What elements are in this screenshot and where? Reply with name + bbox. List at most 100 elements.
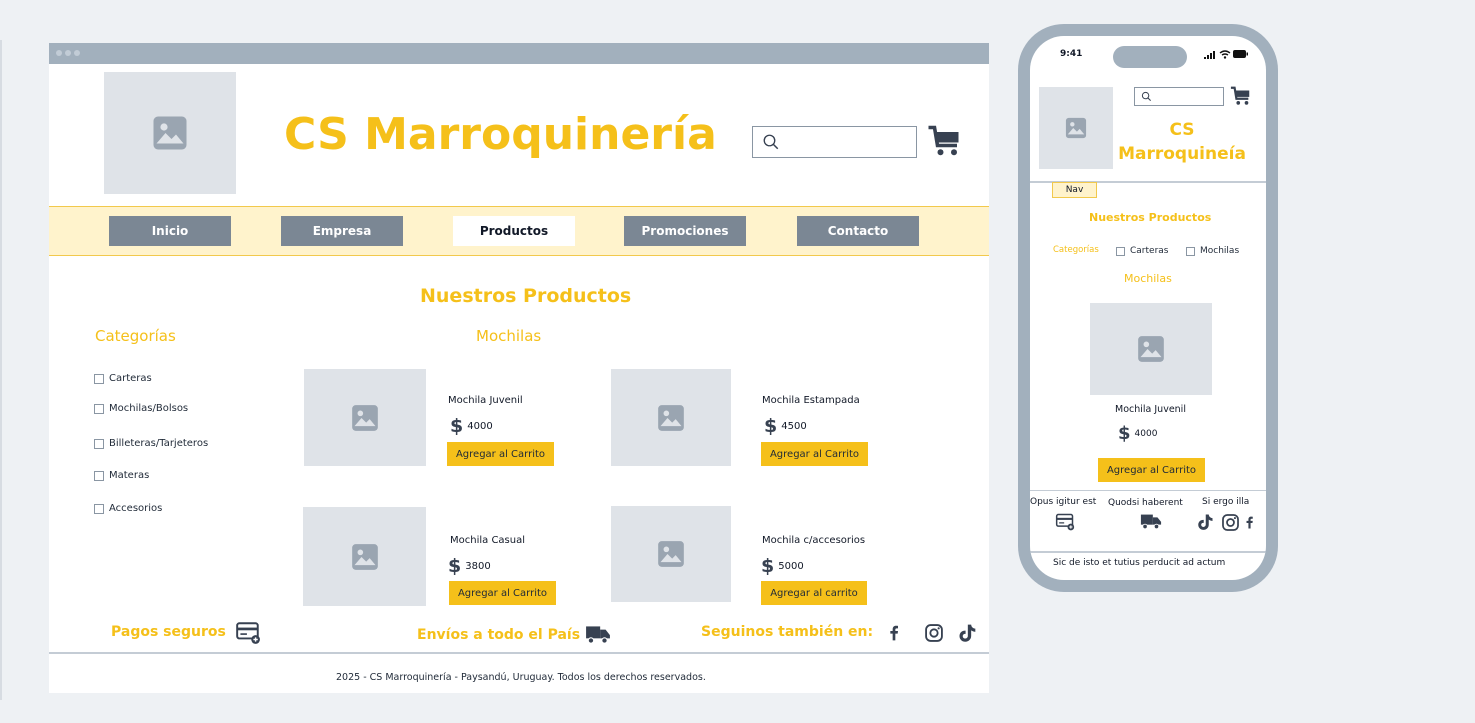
price-value: 3800: [465, 560, 491, 572]
nav-promociones[interactable]: Promociones: [624, 216, 746, 246]
mobile-product-image: [1090, 303, 1212, 395]
add-to-cart-button[interactable]: Agregar al carrito: [761, 581, 867, 605]
window-dot: [65, 50, 71, 56]
window-dot: [74, 50, 80, 56]
search-icon: [1141, 91, 1152, 102]
nav-contacto[interactable]: Contacto: [797, 216, 919, 246]
checkbox[interactable]: [94, 470, 104, 481]
tiktok-icon[interactable]: [957, 622, 977, 644]
category-checkbox[interactable]: Accesorios: [94, 503, 162, 514]
mobile-footer-label: Opus igitur est: [1030, 497, 1097, 507]
currency-symbol: $: [764, 415, 778, 437]
nav-inicio[interactable]: Inicio: [109, 216, 231, 246]
section-title: Nuestros Productos: [420, 285, 632, 307]
signal-icon: [1204, 51, 1215, 59]
mobile-brand-line: CS: [1169, 120, 1195, 140]
price-value: 4500: [781, 420, 807, 432]
checkbox[interactable]: [94, 403, 104, 414]
price-value: 4000: [467, 420, 493, 432]
product-price: $4000: [450, 415, 493, 437]
product-image-placeholder: [303, 507, 426, 606]
image-icon: [153, 116, 187, 150]
currency-symbol: $: [1118, 423, 1131, 444]
main-nav: Inicio Empresa Productos Promociones Con…: [49, 206, 989, 256]
product-image-placeholder: [611, 506, 731, 602]
mobile-filter-checkbox[interactable]: Carteras: [1116, 246, 1168, 256]
checkbox[interactable]: [94, 503, 104, 514]
category-checkbox[interactable]: Billeteras/Tarjeteros: [94, 438, 208, 449]
mobile-nav-button[interactable]: Nav: [1052, 182, 1097, 198]
credit-card-icon: [236, 622, 260, 644]
facebook-icon[interactable]: [1243, 513, 1256, 532]
checkbox[interactable]: [1116, 246, 1125, 256]
checkbox[interactable]: [94, 373, 104, 384]
mobile-footer-label: Quodsi haberent: [1108, 498, 1183, 508]
mobile-brand-line: Marroquineía: [1118, 144, 1246, 164]
truck-icon: [586, 626, 610, 644]
window-dot: [56, 50, 62, 56]
mobile-screen: 9:41 CS Marroquineía Nav Nuestros Produc…: [1030, 36, 1266, 580]
footer-divider: [49, 652, 989, 654]
mobile-footer-divider: [1030, 551, 1266, 553]
brand-title: CS Marroquinería: [284, 109, 717, 160]
cart-icon[interactable]: [1230, 85, 1252, 107]
add-to-cart-button[interactable]: Agregar al Carrito: [449, 581, 556, 605]
mobile-add-to-cart-button[interactable]: Agregar al Carrito: [1098, 458, 1205, 482]
filter-label: Mochilas: [1200, 246, 1240, 256]
categories-title: Categorías: [95, 327, 176, 345]
image-icon: [352, 404, 378, 431]
product-name: Mochila c/accesorios: [762, 535, 866, 546]
filter-label: Carteras: [1130, 246, 1169, 256]
mobile-subsection-title: Mochilas: [1124, 272, 1172, 285]
mobile-filter-checkbox[interactable]: Mochilas: [1186, 246, 1239, 256]
checkbox[interactable]: [1186, 246, 1195, 256]
category-label: Materas: [109, 470, 150, 481]
search-input[interactable]: [752, 126, 917, 158]
mobile-categories-label: Categorías: [1053, 245, 1099, 255]
category-checkbox[interactable]: Materas: [94, 470, 149, 481]
tiktok-icon[interactable]: [1196, 512, 1214, 532]
battery-icon: [1233, 50, 1248, 58]
mobile-phone-frame: 9:41 CS Marroquineía Nav Nuestros Produc…: [1018, 24, 1278, 592]
image-icon: [1065, 117, 1087, 139]
image-icon: [351, 543, 378, 570]
add-to-cart-button[interactable]: Agregar al Carrito: [447, 442, 554, 466]
mobile-product-name: Mochila Juvenil: [1115, 404, 1186, 415]
mobile-section-title: Nuestros Productos: [1089, 211, 1212, 224]
checkbox[interactable]: [94, 438, 104, 449]
mobile-logo-placeholder: [1039, 87, 1113, 169]
product-price: $5000: [761, 555, 804, 577]
product-name: Mochila Estampada: [762, 395, 860, 406]
browser-title-bar: [49, 43, 989, 64]
status-time: 9:41: [1060, 49, 1083, 59]
footer-social-title: Seguinos también en:: [701, 624, 874, 640]
wifi-icon: [1219, 50, 1231, 59]
nav-empresa[interactable]: Empresa: [281, 216, 403, 246]
instagram-icon[interactable]: [924, 623, 944, 643]
logo-image-placeholder: [104, 72, 236, 194]
desktop-browser-window: CS Marroquinería Inicio Empresa Producto…: [49, 43, 989, 693]
nav-productos[interactable]: Productos: [453, 216, 575, 246]
price-value: 4000: [1134, 428, 1158, 439]
mobile-footer-label: Si ergo illa: [1202, 497, 1250, 507]
category-label: Mochilas/Bolsos: [109, 403, 189, 414]
image-icon: [658, 404, 684, 431]
image-icon: [658, 541, 684, 567]
add-to-cart-button[interactable]: Agregar al Carrito: [761, 442, 868, 466]
category-checkbox[interactable]: Carteras: [94, 373, 152, 384]
price-value: 5000: [778, 560, 804, 572]
cart-icon[interactable]: [927, 123, 963, 159]
category-checkbox[interactable]: Mochilas/Bolsos: [94, 403, 188, 414]
mobile-brand-title: CS Marroquineía: [1114, 118, 1250, 166]
instagram-icon[interactable]: [1221, 513, 1240, 532]
category-label: Billeteras/Tarjeteros: [109, 438, 209, 449]
category-label: Accesorios: [109, 503, 163, 514]
mobile-product-price: $4000: [1118, 423, 1157, 444]
facebook-icon[interactable]: [886, 623, 902, 643]
product-name: Mochila Juvenil: [448, 395, 523, 406]
search-icon: [763, 134, 779, 150]
footer-payments-title: Pagos seguros: [111, 624, 226, 640]
product-price: $4500: [764, 415, 807, 437]
credit-card-icon: [1055, 513, 1075, 531]
mobile-search-input[interactable]: [1134, 87, 1224, 106]
